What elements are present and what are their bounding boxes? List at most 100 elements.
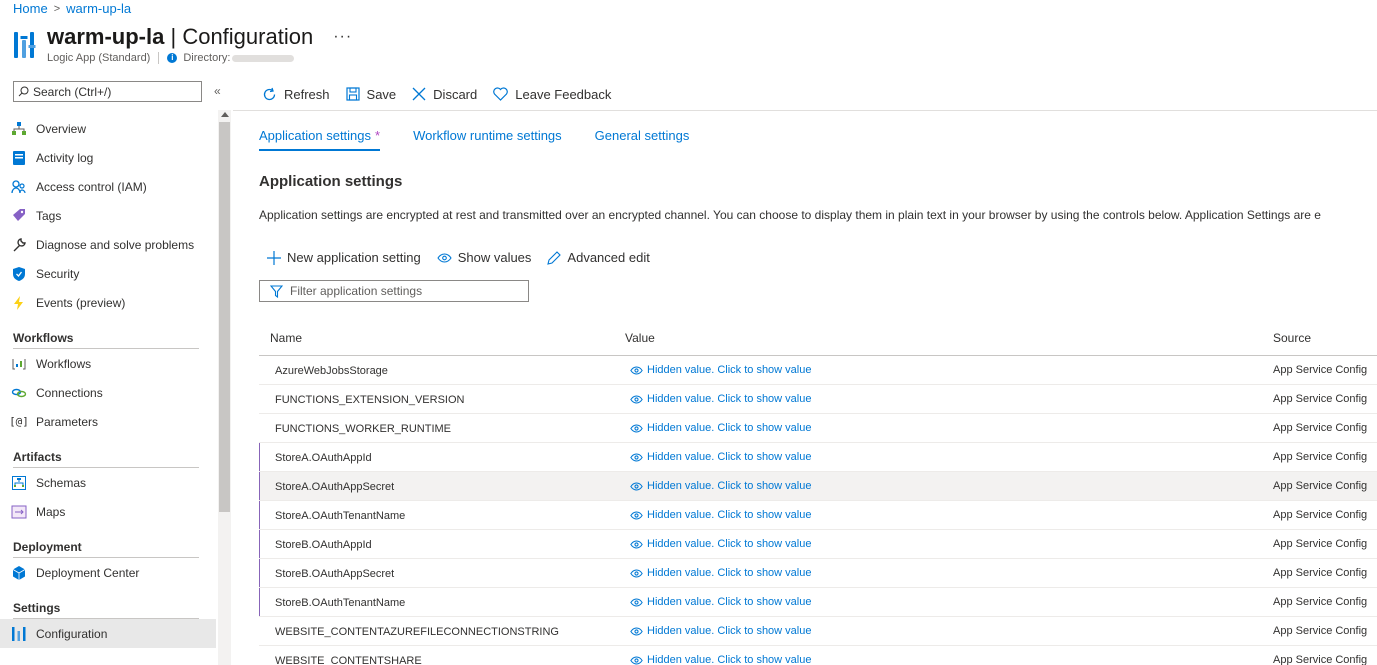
section-heading: Application settings <box>259 173 403 190</box>
setting-name[interactable]: WEBSITE_CONTENTAZUREFILECONNECTIONSTRING <box>259 624 614 638</box>
filter-settings-input[interactable]: Filter application settings <box>259 280 529 302</box>
leave-feedback-button[interactable]: Leave Feedback <box>493 87 611 102</box>
title-separator: | <box>170 24 177 49</box>
sidebar-item-connections[interactable]: Connections <box>0 378 216 407</box>
sidebar-item-maps[interactable]: Maps <box>0 497 216 526</box>
eye-icon <box>630 453 643 461</box>
hidden-value-link[interactable]: Hidden value. Click to show value <box>614 596 1261 608</box>
table-row[interactable]: StoreA.OAuthTenantName Hidden value. Clic… <box>259 501 1377 530</box>
shield-icon <box>11 266 27 282</box>
setting-name[interactable]: StoreA.OAuthAppSecret <box>259 479 614 493</box>
setting-name[interactable]: StoreB.OAuthTenantName <box>259 595 614 609</box>
more-options-button[interactable]: ··· <box>333 28 352 46</box>
column-header-source[interactable]: Source <box>1261 331 1377 345</box>
tab-general-settings[interactable]: General settings <box>595 128 690 151</box>
page-header: warm-up-la | Configuration ··· Logic App… <box>13 24 352 68</box>
refresh-button[interactable]: Refresh <box>262 87 330 102</box>
sidebar-item-schemas[interactable]: Schemas <box>0 468 216 497</box>
setting-name[interactable]: AzureWebJobsStorage <box>259 363 614 377</box>
workflows-icon <box>11 356 27 372</box>
hidden-value-text: Hidden value. Click to show value <box>647 654 812 665</box>
setting-source: App Service Config <box>1273 364 1368 376</box>
column-header-value[interactable]: Value <box>614 331 1261 345</box>
plus-icon <box>267 250 281 265</box>
overview-icon <box>11 121 27 137</box>
eye-icon <box>630 366 643 374</box>
table-row[interactable]: StoreA.OAuthAppSecret Hidden value. Click… <box>259 472 1377 501</box>
discard-button[interactable]: Discard <box>412 87 477 102</box>
sidebar-item-configuration[interactable]: Configuration <box>0 619 216 648</box>
table-header: Name Value Source <box>259 321 1377 356</box>
setting-name[interactable]: StoreA.OAuthTenantName <box>259 508 614 522</box>
setting-name[interactable]: WEBSITE_CONTENTSHARE <box>259 653 614 665</box>
column-header-name[interactable]: Name <box>259 331 614 345</box>
breadcrumb-home-link[interactable]: Home <box>13 1 48 16</box>
sidebar-section-deployment: Deployment <box>0 526 216 558</box>
refresh-label: Refresh <box>284 86 330 102</box>
sidebar-item-iam[interactable]: Access control (IAM) <box>0 172 216 201</box>
table-row[interactable]: StoreB.OAuthTenantName Hidden value. Clic… <box>259 588 1377 617</box>
collapse-sidebar-button[interactable]: « <box>214 84 221 98</box>
table-row[interactable]: AzureWebJobsStorage Hidden value. Click t… <box>259 356 1377 385</box>
hidden-value-link[interactable]: Hidden value. Click to show value <box>614 451 1261 463</box>
setting-name[interactable]: FUNCTIONS_EXTENSION_VERSION <box>259 392 614 406</box>
hidden-value-link[interactable]: Hidden value. Click to show value <box>614 509 1261 521</box>
setting-name[interactable]: StoreB.OAuthAppSecret <box>259 566 614 580</box>
sidebar-nav: Overview Activity log Access control (IA… <box>0 114 216 648</box>
table-row[interactable]: StoreB.OAuthAppSecret Hidden value. Click… <box>259 559 1377 588</box>
hidden-value-link[interactable]: Hidden value. Click to show value <box>614 567 1261 579</box>
table-row[interactable]: FUNCTIONS_WORKER_RUNTIME Hidden value. Cl… <box>259 414 1377 443</box>
sidebar-item-diagnose[interactable]: Diagnose and solve problems <box>0 230 216 259</box>
search-input[interactable]: Search (Ctrl+/) <box>13 81 202 102</box>
scrollbar-thumb[interactable] <box>219 122 230 512</box>
sidebar-item-label: Overview <box>36 121 87 136</box>
sidebar-item-deployment-center[interactable]: Deployment Center <box>0 558 216 587</box>
sidebar-item-parameters[interactable]: [@] Parameters <box>0 407 216 436</box>
tab-workflow-runtime-settings[interactable]: Workflow runtime settings <box>413 128 562 151</box>
table-row[interactable]: WEBSITE_CONTENTSHARE Hidden value. Click … <box>259 646 1377 665</box>
table-row[interactable]: WEBSITE_CONTENTAZUREFILECONNECTIONSTRING… <box>259 617 1377 646</box>
directory-label: Directory: <box>183 52 231 64</box>
hidden-value-link[interactable]: Hidden value. Click to show value <box>614 480 1261 492</box>
table-row[interactable]: FUNCTIONS_EXTENSION_VERSION Hidden value.… <box>259 385 1377 414</box>
sidebar-item-security[interactable]: Security <box>0 259 216 288</box>
sidebar-item-overview[interactable]: Overview <box>0 114 216 143</box>
tab-application-settings[interactable]: Application settings * <box>259 128 381 151</box>
hidden-value-link[interactable]: Hidden value. Click to show value <box>614 364 1261 376</box>
save-icon <box>345 87 360 101</box>
new-application-setting-button[interactable]: New application setting <box>267 250 421 265</box>
connections-icon <box>11 385 27 401</box>
app-settings-table: Name Value Source AzureWebJobsStorage Hid… <box>259 321 1377 665</box>
deployment-center-icon <box>11 565 27 581</box>
hidden-value-link[interactable]: Hidden value. Click to show value <box>614 654 1261 665</box>
sidebar-item-activity-log[interactable]: Activity log <box>0 143 216 172</box>
hidden-value-link[interactable]: Hidden value. Click to show value <box>614 538 1261 550</box>
scroll-up-arrow-icon[interactable] <box>221 112 229 117</box>
advanced-edit-button[interactable]: Advanced edit <box>547 250 650 265</box>
sidebar-scrollbar[interactable] <box>218 110 231 665</box>
sidebar-section-workflows: Workflows <box>0 317 216 349</box>
filter-placeholder: Filter application settings <box>290 284 423 298</box>
sidebar-item-tags[interactable]: Tags <box>0 201 216 230</box>
hidden-value-text: Hidden value. Click to show value <box>647 364 812 376</box>
show-values-button[interactable]: Show values <box>437 250 531 265</box>
tag-icon <box>11 208 27 224</box>
save-button[interactable]: Save <box>345 86 397 102</box>
sidebar-item-label: Diagnose and solve problems <box>36 237 195 252</box>
table-row[interactable]: StoreA.OAuthAppId Hidden value. Click to … <box>259 443 1377 472</box>
table-row[interactable]: StoreB.OAuthAppId Hidden value. Click to … <box>259 530 1377 559</box>
hidden-value-link[interactable]: Hidden value. Click to show value <box>614 422 1261 434</box>
sidebar-item-events[interactable]: Events (preview) <box>0 288 216 317</box>
setting-name[interactable]: StoreA.OAuthAppId <box>259 450 614 464</box>
hidden-value-link[interactable]: Hidden value. Click to show value <box>614 625 1261 637</box>
save-label: Save <box>366 86 397 102</box>
sidebar-item-label: Parameters <box>36 414 99 429</box>
sidebar-item-workflows[interactable]: Workflows <box>0 349 216 378</box>
setting-source: App Service Config <box>1273 422 1368 434</box>
hidden-value-link[interactable]: Hidden value. Click to show value <box>614 393 1261 405</box>
breadcrumb-current-link[interactable]: warm-up-la <box>66 1 131 16</box>
sidebar-item-label: Tags <box>36 208 62 223</box>
setting-name[interactable]: FUNCTIONS_WORKER_RUNTIME <box>259 421 614 435</box>
breadcrumb: Home > warm-up-la <box>13 1 131 16</box>
setting-name[interactable]: StoreB.OAuthAppId <box>259 537 614 551</box>
